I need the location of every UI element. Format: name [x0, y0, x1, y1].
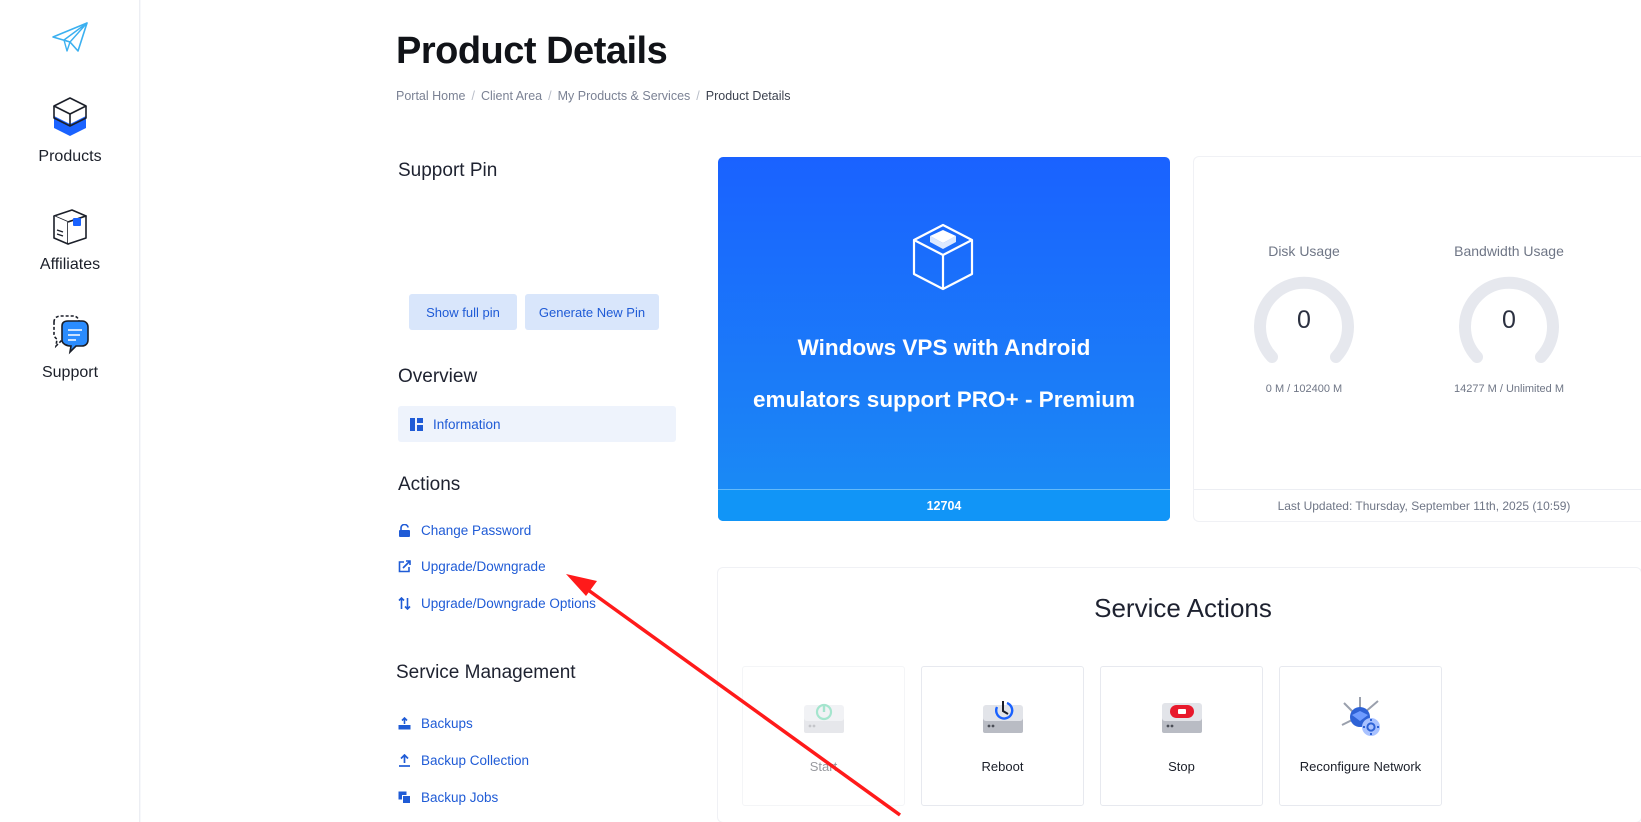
service-management-heading: Service Management	[396, 662, 576, 683]
sidebar-item-label: Affiliates	[39, 256, 101, 273]
stop-action-tile[interactable]: Stop	[1100, 666, 1263, 806]
service-actions-title: Service Actions	[1094, 593, 1272, 623]
copy-icon	[398, 791, 411, 804]
backups-link[interactable]: Backups	[398, 716, 473, 731]
bandwidth-usage-value: 0	[1502, 306, 1516, 334]
bandwidth-usage-detail: 14277 M / Unlimited M	[1453, 383, 1565, 395]
upload-icon	[399, 754, 410, 767]
service-actions-card: Service Actions Start Reboot Stop Reconf…	[718, 568, 1641, 822]
product-name-line1: Windows VPS with Android	[797, 335, 1091, 360]
backup-collection-link[interactable]: Backup Collection	[398, 753, 529, 768]
breadcrumb-separator: /	[471, 89, 475, 103]
sidebar-item-products[interactable]: Products	[0, 96, 140, 166]
disk-usage-detail: 0 M / 102400 M	[1265, 383, 1343, 395]
breadcrumb-portal-home[interactable]: Portal Home	[396, 89, 465, 103]
sidebar-item-label: Support	[41, 364, 99, 381]
upgrade-downgrade-link[interactable]: Upgrade/Downgrade	[398, 559, 546, 574]
network-gear-icon	[1341, 697, 1380, 736]
page-title: Product Details	[396, 30, 668, 72]
chat-support-icon	[53, 315, 89, 355]
upgrade-downgrade-options-link[interactable]: Upgrade/Downgrade Options	[398, 596, 596, 611]
backups-label: Backups	[421, 716, 473, 731]
breadcrumb-current: Product Details	[705, 89, 791, 103]
support-pin-heading: Support Pin	[398, 160, 498, 181]
disk-usage-gauge: 0	[1249, 271, 1359, 381]
stop-icon	[1162, 703, 1202, 733]
bandwidth-usage-gauge: 0	[1454, 271, 1564, 381]
product-card: Windows VPS with Android emulators suppo…	[718, 157, 1170, 521]
start-label: Start	[809, 759, 838, 774]
stop-label: Stop	[1168, 759, 1195, 774]
reboot-action-tile[interactable]: Reboot	[921, 666, 1084, 806]
paper-plane-logo-icon[interactable]	[50, 20, 90, 54]
last-updated-text: Last Updated: Thursday, September 11th, …	[1194, 489, 1641, 521]
actions-heading: Actions	[398, 474, 461, 495]
generate-new-pin-button[interactable]: Generate New Pin	[525, 294, 659, 330]
disk-usage-value: 0	[1297, 306, 1311, 334]
backup-collection-label: Backup Collection	[421, 753, 530, 768]
tray-upload-icon	[398, 717, 411, 730]
usage-card: Disk Usage 0 0 M / 102400 M Bandwidth Us…	[1194, 157, 1641, 521]
product-name-line2: emulators support PRO+ - Premium	[753, 387, 1135, 412]
sort-arrows-icon	[398, 597, 411, 610]
overview-information-link[interactable]: Information	[398, 406, 676, 442]
change-password-link[interactable]: Change Password	[398, 523, 531, 538]
box-stack-icon	[53, 97, 87, 136]
breadcrumb-client-area[interactable]: Client Area	[481, 89, 542, 103]
sidebar: Products Affiliates Support	[0, 0, 140, 822]
upgrade-downgrade-label: Upgrade/Downgrade	[421, 559, 546, 574]
package-icon	[53, 209, 87, 245]
backup-jobs-link[interactable]: Backup Jobs	[398, 790, 498, 805]
main-content: Product Details Portal Home / Client Area /…	[141, 0, 1641, 822]
breadcrumb-my-products[interactable]: My Products & Services	[558, 89, 691, 103]
breadcrumb-separator: /	[696, 89, 700, 103]
overview-heading: Overview	[398, 366, 478, 387]
breadcrumb-separator: /	[548, 89, 552, 103]
reboot-icon	[983, 701, 1023, 733]
power-start-icon	[804, 703, 844, 733]
bandwidth-usage-title: Bandwidth Usage	[1454, 243, 1564, 259]
reconfigure-network-action-tile[interactable]: Reconfigure Network	[1279, 666, 1442, 806]
cube-icon	[912, 223, 974, 291]
external-link-icon	[398, 560, 411, 573]
reconfigure-network-label: Reconfigure Network	[1299, 759, 1422, 774]
lock-icon	[399, 524, 410, 537]
bandwidth-usage-panel: Bandwidth Usage 0 14277 M / Unlimited M	[1419, 243, 1599, 395]
dashboard-icon	[410, 417, 423, 431]
disk-usage-title: Disk Usage	[1268, 243, 1340, 259]
breadcrumb: Portal Home / Client Area / My Products & Se…	[396, 89, 791, 103]
sidebar-item-label: Products	[38, 148, 102, 165]
sidebar-item-support[interactable]: Support	[0, 312, 140, 382]
show-full-pin-button[interactable]: Show full pin	[409, 294, 517, 330]
start-action-tile[interactable]: Start	[742, 666, 905, 806]
change-password-label: Change Password	[421, 523, 532, 538]
backup-jobs-label: Backup Jobs	[421, 790, 499, 805]
product-id: 12704	[718, 489, 1170, 521]
upgrade-downgrade-options-label: Upgrade/Downgrade Options	[421, 596, 596, 611]
information-label: Information	[433, 416, 501, 432]
product-name: Windows VPS with Android emulators suppo…	[738, 322, 1150, 426]
support-pin-display	[479, 205, 584, 275]
disk-usage-panel: Disk Usage 0 0 M / 102400 M	[1214, 243, 1394, 395]
sidebar-item-affiliates[interactable]: Affiliates	[0, 204, 140, 274]
reboot-label: Reboot	[981, 759, 1024, 774]
